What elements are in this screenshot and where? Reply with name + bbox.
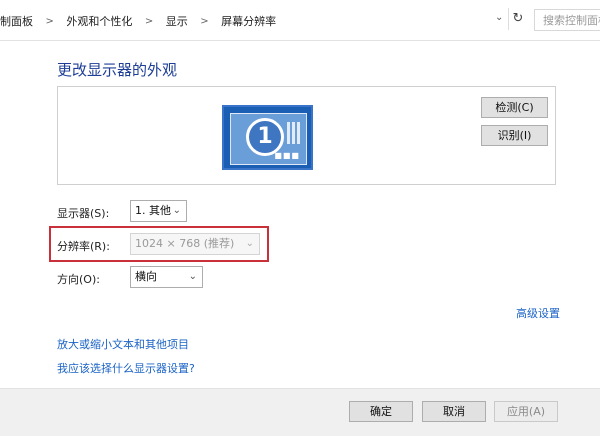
page-title: 更改显示器的外观 xyxy=(57,61,178,79)
identify-button[interactable]: 识别(I) xyxy=(481,125,548,146)
address-bar: 制面板 > 外观和个性化 > 显示 > 屏幕分辨率 ⌄ ↻ 搜索控制面板 xyxy=(0,0,600,41)
chevron-right-icon: > xyxy=(200,15,209,27)
chevron-down-icon: ⌄ xyxy=(172,205,181,216)
ok-button[interactable]: 确定 xyxy=(349,401,413,422)
chevron-right-icon: > xyxy=(45,15,54,27)
dialog-footer: 确定 取消 应用(A) xyxy=(0,388,600,436)
display-select-value: 1. 其他 xyxy=(135,204,171,217)
monitor-icon[interactable]: 1 ■■■ xyxy=(222,105,313,170)
breadcrumb-screen-resolution[interactable]: 屏幕分辨率 xyxy=(221,13,276,29)
orientation-select[interactable]: 横向 ⌄ xyxy=(130,266,203,288)
chevron-down-icon[interactable]: ⌄ xyxy=(495,12,503,23)
refresh-icon[interactable]: ↻ xyxy=(508,8,527,30)
resolution-label: 分辨率(R): xyxy=(57,240,110,253)
orientation-select-value: 横向 xyxy=(135,270,157,283)
display-settings-help-link[interactable]: 我应该选择什么显示器设置? xyxy=(57,360,195,376)
chevron-down-icon: ⌄ xyxy=(245,238,254,249)
orientation-label: 方向(O): xyxy=(57,273,100,286)
window-pattern-icon xyxy=(287,122,301,144)
chevron-down-icon: ⌄ xyxy=(188,271,197,282)
monitor-screen: 1 ■■■ xyxy=(230,113,307,165)
breadcrumb-control-panel[interactable]: 制面板 xyxy=(0,13,33,29)
display-select[interactable]: 1. 其他 ⌄ xyxy=(130,200,187,222)
detect-button[interactable]: 检测(C) xyxy=(481,97,548,118)
breadcrumb-appearance[interactable]: 外观和个性化 xyxy=(66,13,132,29)
search-input[interactable]: 搜索控制面板 xyxy=(534,9,600,31)
advanced-settings-link[interactable]: 高级设置 xyxy=(516,305,560,321)
display-label: 显示器(S): xyxy=(57,207,110,220)
display-preview: 1 ■■■ 检测(C) 识别(I) xyxy=(57,86,556,185)
cancel-button[interactable]: 取消 xyxy=(422,401,486,422)
dots-icon: ■■■ xyxy=(274,151,300,160)
apply-button[interactable]: 应用(A) xyxy=(494,401,558,422)
breadcrumb-display[interactable]: 显示 xyxy=(166,13,188,29)
text-size-link[interactable]: 放大或缩小文本和其他项目 xyxy=(57,336,189,352)
resolution-select-value: 1024 × 768 (推荐) xyxy=(135,237,235,250)
resolution-select[interactable]: 1024 × 768 (推荐) ⌄ xyxy=(130,233,260,255)
breadcrumb: 制面板 > 外观和个性化 > 显示 > 屏幕分辨率 xyxy=(0,13,276,29)
chevron-right-icon: > xyxy=(144,15,154,27)
